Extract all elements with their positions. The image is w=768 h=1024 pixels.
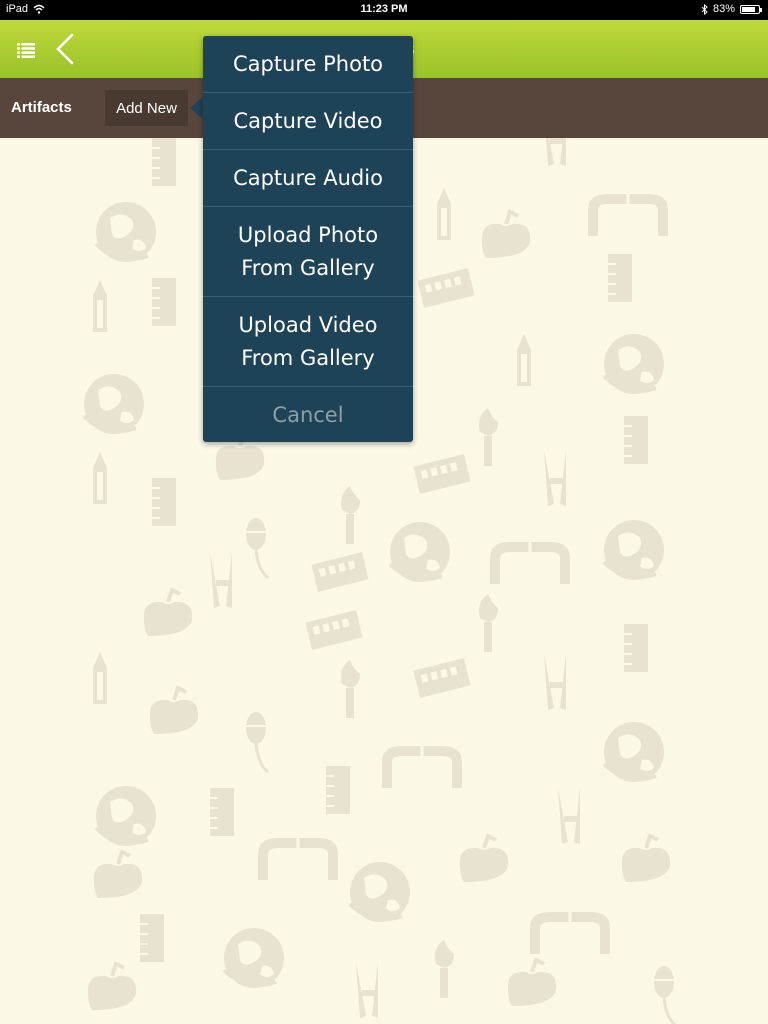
upload-photo-item[interactable]: Upload Photo From Gallery <box>203 207 413 297</box>
status-bar: iPad 11:23 PM 83% <box>0 0 768 20</box>
capture-audio-item[interactable]: Capture Audio <box>203 150 413 207</box>
cancel-label: Cancel <box>272 403 344 427</box>
add-new-popover: Capture Photo Capture Video Capture Audi… <box>203 36 413 442</box>
capture-photo-item[interactable]: Capture Photo <box>203 36 413 93</box>
capture-audio-label: Capture Audio <box>233 165 383 190</box>
upload-photo-line1: Upload Photo <box>237 222 379 247</box>
upload-video-line1: Upload Video <box>238 312 378 337</box>
upload-photo-label: Upload Photo From Gallery <box>238 219 378 285</box>
section-label: Artifacts <box>11 99 72 116</box>
capture-video-label: Capture Video <box>233 108 383 133</box>
upload-video-line2: From Gallery <box>241 345 375 370</box>
battery-fill <box>742 6 756 12</box>
battery-percent: 83% <box>712 3 735 15</box>
battery-icon <box>740 4 762 14</box>
status-right: 83% <box>701 3 762 15</box>
bluetooth-icon <box>701 3 708 15</box>
capture-photo-label: Capture Photo <box>232 51 384 76</box>
capture-video-item[interactable]: Capture Video <box>203 93 413 150</box>
popover-arrow <box>190 97 203 119</box>
add-new-button[interactable]: Add New <box>105 90 188 126</box>
status-time: 11:23 PM <box>360 3 408 15</box>
upload-photo-line2: From Gallery <box>241 255 375 280</box>
popover-menu: Capture Photo Capture Video Capture Audi… <box>203 36 413 444</box>
upload-video-item[interactable]: Upload Video From Gallery <box>203 297 413 387</box>
upload-video-label: Upload Video From Gallery <box>238 309 377 375</box>
cancel-item[interactable]: Cancel <box>203 387 413 444</box>
